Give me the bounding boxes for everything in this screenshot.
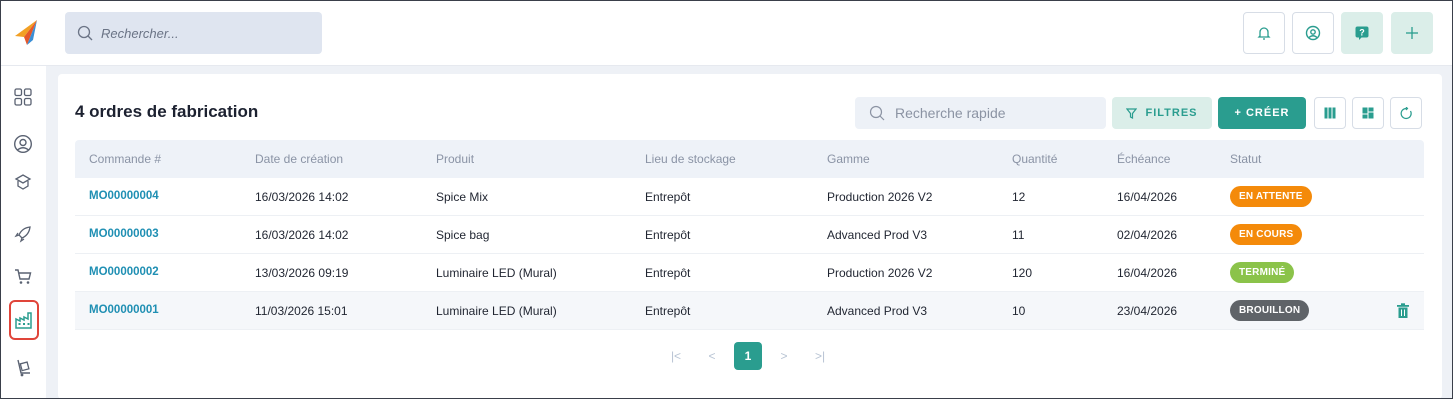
columns-icon — [1324, 107, 1336, 119]
due-date: 16/04/2026 — [1117, 266, 1178, 280]
column-header[interactable]: Lieu de stockage — [645, 152, 736, 166]
user-icon — [13, 134, 33, 154]
grid-view-button[interactable] — [1352, 97, 1384, 129]
created-date: 13/03/2026 09:19 — [255, 266, 349, 280]
table-row[interactable]: MO00000001 11/03/2026 15:01 Luminaire LE… — [75, 292, 1424, 330]
created-date: 16/03/2026 14:02 — [255, 190, 349, 204]
box-icon — [14, 174, 32, 190]
sidebar-item-projects[interactable] — [11, 222, 35, 246]
layout-icon — [1362, 107, 1374, 119]
factory-icon — [15, 312, 32, 329]
notifications-button[interactable] — [1243, 12, 1285, 54]
table-row[interactable]: MO00000003 16/03/2026 14:02 Spice bag En… — [75, 216, 1424, 254]
quantity: 120 — [1012, 266, 1033, 280]
columns-view-button[interactable] — [1314, 97, 1346, 129]
due-date: 16/04/2026 — [1117, 190, 1178, 204]
page-title: 4 ordres de fabrication — [75, 102, 259, 121]
sidebar-item-dashboard[interactable] — [11, 85, 35, 109]
table-header: Commande # Date de création Produit Lieu… — [75, 140, 1424, 178]
production-range: Production 2026 V2 — [827, 190, 933, 204]
profile-button[interactable] — [1292, 12, 1334, 54]
search-input[interactable] — [101, 25, 311, 41]
column-header[interactable]: Statut — [1230, 152, 1261, 166]
delete-row-button[interactable] — [1396, 303, 1410, 319]
order-link[interactable]: MO00000001 — [89, 304, 159, 316]
pagination: |< < 1 > >| — [658, 342, 838, 370]
orders-table: Commande # Date de création Produit Lieu… — [75, 140, 1424, 330]
table-row[interactable]: MO00000002 13/03/2026 09:19 Luminaire LE… — [75, 254, 1424, 292]
production-range: Production 2026 V2 — [827, 266, 933, 280]
product-name: Luminaire LED (Mural) — [436, 266, 557, 280]
status-badge: TERMINÉ — [1230, 262, 1295, 283]
dashboard-icon — [14, 88, 32, 106]
trash-icon — [1397, 303, 1409, 318]
sidebar-item-sales[interactable] — [11, 264, 35, 288]
quantity: 12 — [1012, 190, 1026, 204]
help-icon: ? — [1355, 26, 1369, 40]
column-header[interactable]: Commande # — [89, 152, 161, 166]
create-button[interactable]: + CRÉER — [1218, 97, 1306, 129]
status-badge: EN COURS — [1230, 224, 1303, 245]
manufacturing-orders-panel: 4 ordres de fabrication FILTRES + CRÉER — [58, 74, 1442, 399]
sidebar-item-manufacturing[interactable] — [9, 300, 39, 340]
user-circle-icon — [1305, 25, 1321, 41]
product-name: Spice Mix — [436, 190, 489, 204]
sidebar-item-products[interactable] — [11, 170, 35, 194]
app-logo[interactable] — [11, 18, 39, 46]
plus-icon — [1406, 27, 1418, 39]
column-header[interactable]: Produit — [436, 152, 474, 166]
production-range: Advanced Prod V3 — [827, 228, 928, 242]
column-header[interactable]: Échéance — [1117, 152, 1170, 166]
production-range: Advanced Prod V3 — [827, 304, 928, 318]
order-link[interactable]: MO00000004 — [89, 190, 159, 202]
rocket-icon — [14, 226, 31, 243]
order-link[interactable]: MO00000003 — [89, 228, 159, 240]
storage-location: Entrepôt — [645, 266, 691, 280]
order-link[interactable]: MO00000002 — [89, 266, 159, 278]
refresh-icon — [1400, 106, 1412, 119]
table-row[interactable]: MO00000004 16/03/2026 14:02 Spice Mix En… — [75, 178, 1424, 216]
quantity: 10 — [1012, 304, 1026, 318]
due-date: 23/04/2026 — [1117, 304, 1178, 318]
storage-location: Entrepôt — [645, 304, 691, 318]
storage-location: Entrepôt — [645, 228, 691, 242]
status-badge: BROUILLON — [1230, 300, 1310, 321]
refresh-button[interactable] — [1390, 97, 1422, 129]
storage-location: Entrepôt — [645, 190, 691, 204]
cart-icon — [15, 269, 32, 284]
product-name: Luminaire LED (Mural) — [436, 304, 557, 318]
created-date: 11/03/2026 15:01 — [255, 304, 348, 318]
global-search[interactable] — [65, 12, 322, 54]
prev-page-button[interactable]: < — [694, 342, 730, 370]
filter-icon — [1126, 107, 1138, 119]
top-bar: ? — [0, 0, 1453, 66]
status-badge: EN ATTENTE — [1230, 186, 1312, 207]
last-page-button[interactable]: >| — [802, 342, 838, 370]
next-page-button[interactable]: > — [766, 342, 802, 370]
bell-icon — [1257, 27, 1271, 40]
filters-button[interactable]: FILTRES — [1112, 97, 1212, 129]
sidebar-item-shipping[interactable] — [11, 356, 35, 380]
due-date: 02/04/2026 — [1117, 228, 1178, 242]
sidebar-item-contacts[interactable] — [11, 132, 35, 156]
quantity: 11 — [1012, 228, 1025, 242]
search-icon — [869, 105, 885, 121]
product-name: Spice bag — [436, 228, 490, 242]
first-page-button[interactable]: |< — [658, 342, 694, 370]
column-header[interactable]: Date de création — [255, 152, 343, 166]
column-header[interactable]: Gamme — [827, 152, 870, 166]
current-page-button[interactable]: 1 — [734, 342, 762, 370]
search-icon — [77, 25, 93, 41]
quick-search-input[interactable] — [895, 105, 1095, 121]
help-button[interactable]: ? — [1341, 12, 1383, 54]
add-button[interactable] — [1391, 12, 1433, 54]
created-date: 16/03/2026 14:02 — [255, 228, 349, 242]
sidebar — [0, 66, 46, 399]
filters-label: FILTRES — [1145, 107, 1198, 119]
column-header[interactable]: Quantité — [1012, 152, 1057, 166]
quick-search[interactable] — [855, 97, 1106, 129]
svg-text:?: ? — [1359, 28, 1365, 38]
create-label: + CRÉER — [1234, 107, 1290, 119]
shipping-icon — [17, 359, 30, 377]
